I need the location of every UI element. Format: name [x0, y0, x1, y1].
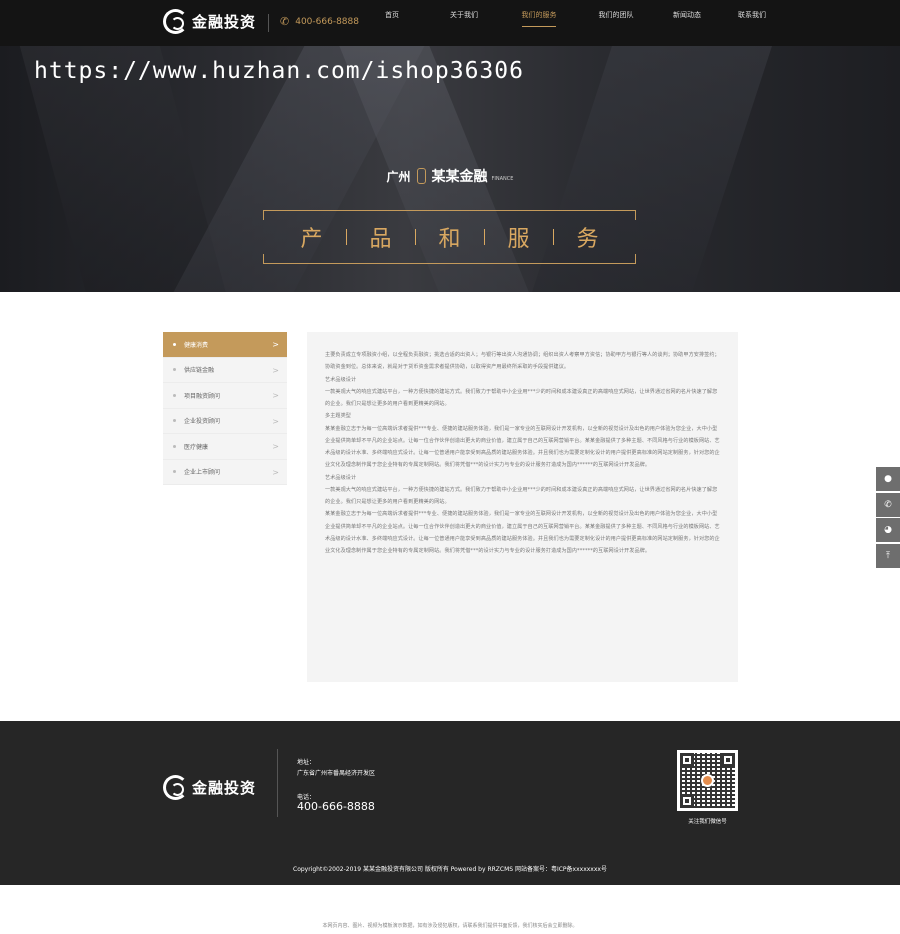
- logo-swirl-icon: [163, 775, 188, 800]
- wechat-qr-code: [677, 750, 738, 811]
- logo-text: 金融投资: [192, 13, 257, 31]
- chevron-right-icon: >: [272, 391, 279, 400]
- sidebar-item-medical-health[interactable]: 医疗健康 >: [163, 434, 287, 460]
- main-nav: 首页 关于我们 我们的服务 我们的团队 新闻动态 联系我们: [370, 0, 788, 46]
- site-logo[interactable]: 金融投资: [163, 9, 256, 34]
- banner-title-char: 品: [369, 227, 392, 252]
- brand-name: 某某金融: [431, 169, 488, 185]
- content-subheading: 多主题类型: [325, 413, 351, 420]
- sidebar-item-label: 项目融资顾问: [184, 392, 221, 400]
- banner-title-frame: 产 品 和 服 务: [263, 210, 636, 264]
- floating-contact-bar: ● ✆ ◕ ⤒: [876, 467, 900, 569]
- sidebar-item-ipo-advisor[interactable]: 企业上市顾问 >: [163, 460, 287, 485]
- nav-home[interactable]: 首页: [370, 0, 414, 46]
- copyright: Copyright©2002-2019 某某金融投资有限公司 版权所有 Powe…: [293, 866, 607, 873]
- content-paragraph: 一款美观大气的响应式建站平台，一种方便快捷的建站方式。我们致力于帮助中小企业用*…: [325, 388, 718, 407]
- site-footer: 金融投资 地址： 广东省广州市番禺经济开发区 电话： 400-666-8888 …: [0, 721, 900, 885]
- wechat-icon[interactable]: ◕: [876, 518, 900, 542]
- bullet-icon: [173, 368, 176, 372]
- disclaimer: 本网页内容、图片、视频为模板演示数据，如有涉及侵犯版权，请联系我们提供书面反馈，…: [322, 923, 578, 929]
- banner-title: 产 品 和 服 务: [263, 210, 636, 264]
- bullet-icon: [173, 393, 176, 397]
- header-phone: ✆ 400-666-8888: [280, 15, 359, 28]
- chevron-right-icon: >: [272, 365, 279, 375]
- header-phone-number: 400-666-8888: [295, 16, 359, 27]
- sidebar-item-label: 健康消费: [184, 341, 209, 349]
- logo-swirl-icon: [163, 9, 188, 34]
- banner-title-char: 服: [507, 227, 530, 252]
- sidebar-item-investment-advisor[interactable]: 企业投资顾问 >: [163, 409, 287, 434]
- sidebar-item-label: 企业上市顾问: [184, 469, 221, 477]
- sidebar-item-label: 供应链金融: [184, 367, 215, 375]
- chevron-right-icon: >: [272, 442, 279, 451]
- service-sidebar: 健康消费 > 供应链金融 > 项目融资顾问 > 企业投资顾问 > 医疗健康 > …: [163, 332, 287, 485]
- nav-about[interactable]: 关于我们: [428, 0, 500, 46]
- nav-contact[interactable]: 联系我们: [716, 0, 788, 46]
- sidebar-item-label: 企业投资顾问: [184, 418, 221, 426]
- qq-icon[interactable]: ●: [876, 467, 900, 491]
- site-header: 金融投资 ✆ 400-666-8888 首页 关于我们 我们的服务 我们的团队 …: [0, 0, 900, 46]
- header-divider: [268, 14, 269, 32]
- phone-icon: ✆: [280, 15, 290, 28]
- bullet-icon: [173, 444, 176, 448]
- nav-team[interactable]: 我们的团队: [580, 0, 652, 46]
- brand-emblem-icon: [416, 168, 426, 184]
- sidebar-item-project-financing[interactable]: 项目融资顾问 >: [163, 383, 287, 409]
- footer-address-label: 地址：: [297, 759, 316, 766]
- url-watermark: https://www.huzhan.com/ishop36306: [34, 58, 524, 84]
- brand-city: 广州: [386, 169, 411, 184]
- content-paragraph: 主要负责成立专项融资小组，以全程负责融资；挑选合适的出资人；与银行等出资人沟通协…: [325, 352, 720, 371]
- banner-title-char: 务: [576, 227, 599, 252]
- content-paragraph: 某某金融立志于为每一位高端诉求者提供***专业、便捷的建站服务体验，我们是一家专…: [325, 425, 720, 469]
- sidebar-item-supply-chain[interactable]: 供应链金融 >: [163, 358, 287, 383]
- banner-brand: 广州 某某金融 FINANCE: [0, 166, 900, 186]
- chevron-right-icon: >: [272, 416, 279, 426]
- content-subheading: 艺术品级设计: [325, 376, 357, 383]
- banner-title-char: 产: [300, 227, 323, 252]
- chevron-right-icon: >: [272, 340, 279, 349]
- bullet-icon: [173, 470, 176, 474]
- bullet-icon: [173, 342, 176, 346]
- content-paragraph: 一款美观大气的响应式建站平台，一种方便快捷的建站方式。我们致力于帮助中小企业用*…: [325, 486, 718, 505]
- sidebar-item-health-consumption[interactable]: 健康消费 >: [163, 332, 287, 358]
- footer-logo[interactable]: 金融投资: [163, 775, 256, 800]
- footer-tel: 400-666-8888: [297, 800, 375, 813]
- banner-title-char: 和: [438, 227, 461, 252]
- nav-services[interactable]: 我们的服务: [510, 0, 568, 46]
- footer-address: 广东省广州市番禺经济开发区: [297, 770, 376, 777]
- content-paragraph: 某某金融立志于为每一位高端诉求者提供***专业、便捷的建站服务体验，我们是一家专…: [325, 511, 720, 554]
- phone-icon[interactable]: ✆: [876, 492, 900, 517]
- qr-caption: 关注我们微信号: [688, 819, 727, 825]
- footer-logo-text: 金融投资: [192, 779, 257, 797]
- bullet-icon: [173, 419, 176, 423]
- brand-english: FINANCE: [491, 176, 514, 182]
- sidebar-item-label: 医疗健康: [184, 443, 209, 451]
- content-subheading: 艺术品级设计: [325, 474, 357, 481]
- back-to-top-icon[interactable]: ⤒: [876, 543, 900, 568]
- chevron-right-icon: >: [272, 467, 279, 477]
- service-content: 主要负责成立专项融资小组，以全程负责融资；挑选合适的出资人；与银行等出资人沟通协…: [307, 332, 738, 682]
- nav-news[interactable]: 新闻动态: [658, 0, 716, 46]
- footer-divider: [277, 749, 278, 817]
